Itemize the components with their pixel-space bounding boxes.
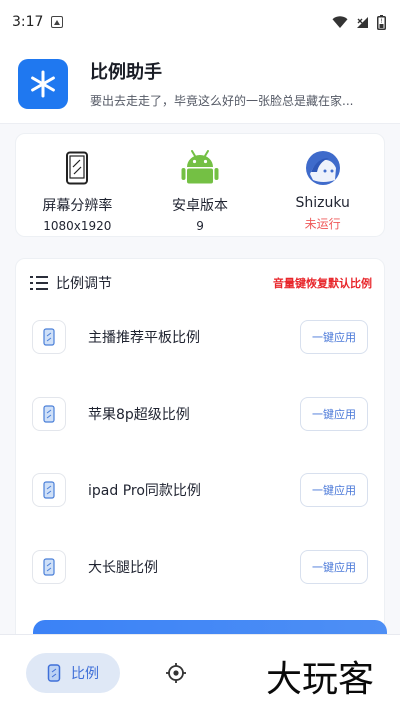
shizuku-status: 未运行 — [304, 217, 341, 231]
phone-ratio-icon — [32, 397, 66, 431]
status-bar: 3:17 ! — [0, 0, 400, 44]
phone-ratio-icon — [32, 473, 66, 507]
ratio-item[interactable]: ipad Pro同款比例 一键应用 — [16, 468, 384, 512]
status-time: 3:17 — [12, 14, 44, 30]
nav-tab-locate[interactable] — [164, 661, 188, 685]
volume-key-hint: 音量键恢复默认比例 — [273, 277, 372, 290]
android-value: 9 — [196, 219, 204, 233]
ratio-item-label: 大长腿比例 — [88, 560, 158, 576]
android-icon — [181, 150, 219, 184]
status-icons: ! — [332, 14, 386, 30]
ratio-card: 比例调节 音量键恢复默认比例 主播推荐平板比例 一键应用 苹果8p超级比例 一键… — [15, 258, 385, 678]
wifi-icon — [332, 15, 348, 28]
apply-button[interactable]: 一键应用 — [300, 397, 368, 431]
battery-icon: ! — [377, 14, 386, 30]
shizuku-info: Shizuku 未运行 — [261, 134, 384, 236]
apply-button[interactable]: 一键应用 — [300, 320, 368, 354]
shizuku-avatar-icon — [305, 151, 340, 185]
locate-icon — [166, 663, 186, 683]
notification-badge-icon — [51, 16, 64, 28]
app-title: 比例助手 — [90, 62, 162, 83]
apply-button[interactable]: 一键应用 — [300, 550, 368, 584]
ratio-title: 比例调节 — [56, 276, 112, 292]
android-label: 安卓版本 — [172, 198, 228, 214]
phone-ratio-icon — [32, 550, 66, 584]
signal-icon — [357, 16, 368, 28]
resolution-info: 屏幕分辨率 1080x1920 — [16, 134, 139, 236]
resolution-label: 屏幕分辨率 — [42, 198, 113, 214]
ratio-header: 比例调节 音量键恢复默认比例 — [16, 259, 384, 307]
ratio-item[interactable]: 大长腿比例 一键应用 — [16, 545, 384, 589]
app-subtitle: 要出去走走了，毕竟这么好的一张脸总是藏在家... — [90, 94, 354, 108]
apply-button[interactable]: 一键应用 — [300, 473, 368, 507]
device-info-card: 屏幕分辨率 1080x1920 安卓版本 9 Shizuku 未运行 — [15, 133, 385, 237]
phone-icon — [66, 151, 89, 185]
watermark: 大玩客 — [266, 659, 375, 700]
list-icon — [30, 276, 48, 290]
nav-tab-ratio[interactable]: 比例 — [26, 653, 120, 693]
shizuku-label: Shizuku — [295, 195, 350, 211]
app-logo — [18, 58, 68, 109]
android-info: 安卓版本 9 — [139, 134, 262, 236]
phone-ratio-icon — [32, 320, 66, 354]
ratio-item-label: 苹果8p超级比例 — [88, 407, 190, 423]
ratio-item[interactable]: 苹果8p超级比例 一键应用 — [16, 392, 384, 436]
phone-nav-icon — [47, 664, 61, 682]
app-header: 比例助手 要出去走走了，毕竟这么好的一张脸总是藏在家... — [0, 44, 400, 124]
ratio-item-label: ipad Pro同款比例 — [88, 483, 201, 499]
nav-tab-ratio-label: 比例 — [71, 666, 99, 682]
resolution-value: 1080x1920 — [43, 219, 112, 233]
header-text: 比例助手 要出去走走了，毕竟这么好的一张脸总是藏在家... — [90, 58, 353, 109]
ratio-item[interactable]: 主播推荐平板比例 一键应用 — [16, 315, 384, 359]
ratio-item-label: 主播推荐平板比例 — [88, 330, 200, 346]
asterisk-icon — [31, 70, 55, 97]
svg-text:!: ! — [380, 18, 382, 25]
